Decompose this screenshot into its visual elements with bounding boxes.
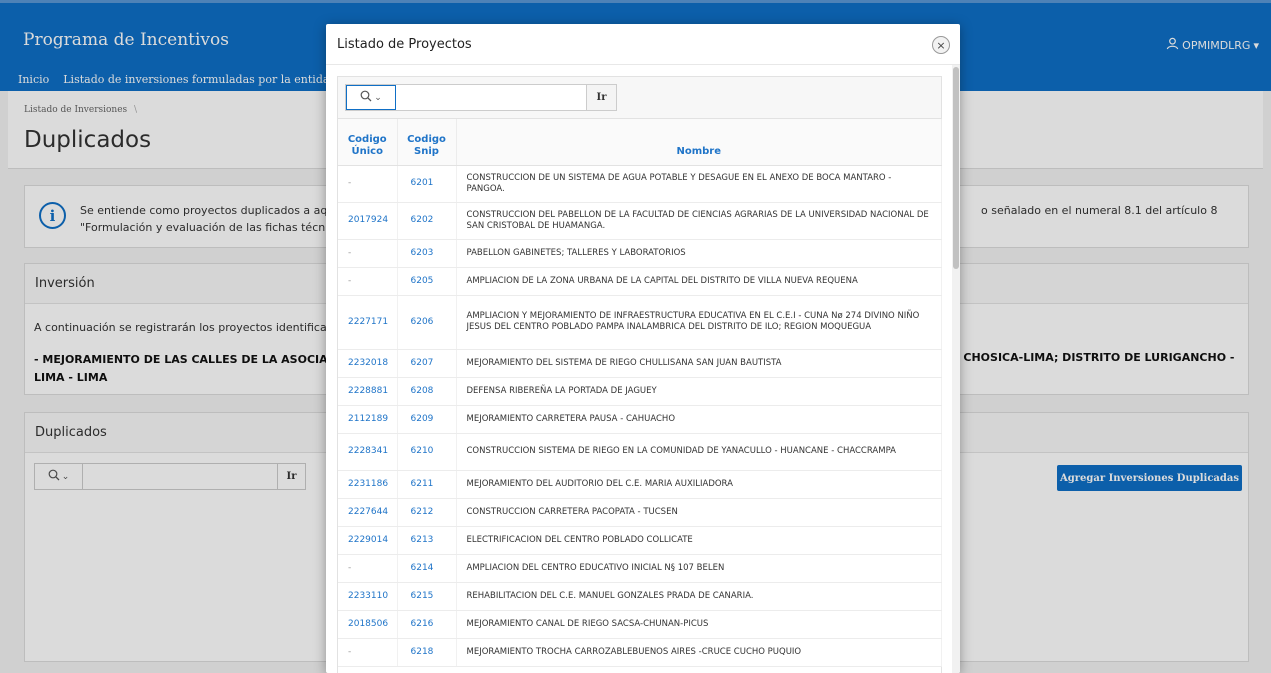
table-row[interactable]: -6205 AMPLIACION DE LA ZONA URBANA DE LA … xyxy=(338,267,942,296)
codigo-unico-cell: - xyxy=(338,267,398,296)
nombre-cell: CONSTRUCCION CARRETERA PACOPATA - TUCSEN xyxy=(456,498,942,527)
nombre-cell: MEJORAMIENTO DEL AUDITORIO DEL C.E. MARI… xyxy=(456,470,942,499)
nombre-cell: MEJORAMIENTO TROCHA CARROZABLEBUENOS AIR… xyxy=(456,638,942,667)
codigo-snip-link[interactable]: 6210 xyxy=(397,433,457,471)
codigo-unico-cell: - xyxy=(338,554,398,583)
table-row[interactable]: 2017924 6202 CONSTRUCCION DEL PABELLON DE … xyxy=(338,202,942,240)
codigo-snip-link[interactable]: 6216 xyxy=(397,610,457,639)
nombre-cell: AMPLIACION DE LA ZONA URBANA DE LA CAPIT… xyxy=(456,267,942,296)
table-row[interactable]: 2233110 6215 REHABILITACION DEL C.E. MANUE… xyxy=(338,582,942,611)
codigo-snip-link[interactable]: 6213 xyxy=(397,526,457,555)
projects-report: ⌄ Ir Codigo Único Codigo Snip Nombre -6201… xyxy=(337,76,942,673)
codigo-unico-cell[interactable]: 2228341 xyxy=(338,433,398,471)
search-icon xyxy=(360,90,372,105)
codigo-unico-cell[interactable]: 2228881 xyxy=(338,377,398,406)
column-codigo-unico[interactable]: Codigo Único xyxy=(338,119,398,166)
nombre-cell: PABELLON GABINETES; TALLERES Y LABORATOR… xyxy=(456,239,942,268)
dialog-title: Listado de Proyectos xyxy=(326,24,960,65)
table-row[interactable]: 2231186 6211 MEJORAMIENTO DEL AUDITORIO DE… xyxy=(338,470,942,499)
table-row[interactable]: -6201 CONSTRUCCION DE UN SISTEMA DE AGUA … xyxy=(338,165,942,203)
table-row[interactable]: -6218 MEJORAMIENTO TROCHA CARROZABLEBUENO… xyxy=(338,638,942,667)
codigo-unico-cell: - xyxy=(338,239,398,268)
codigo-unico-cell: - xyxy=(338,638,398,667)
table-row[interactable]: 2232018 6207 MEJORAMIENTO DEL SISTEMA DE R… xyxy=(338,349,942,378)
nombre-cell: ELECTRIFICACION DEL CENTRO POBLADO COLLI… xyxy=(456,526,942,555)
column-nombre[interactable]: Nombre xyxy=(456,119,942,166)
table-row[interactable]: -6203 PABELLON GABINETES; TALLERES Y LABO… xyxy=(338,239,942,268)
codigo-unico-cell[interactable]: 2233110 xyxy=(338,582,398,611)
codigo-snip-link[interactable]: 6214 xyxy=(397,554,457,583)
nombre-cell: AMPLIACION DEL CENTRO EDUCATIVO INICIAL … xyxy=(456,554,942,583)
codigo-unico-cell[interactable]: 2018506 xyxy=(338,610,398,639)
nombre-cell: MEJORAMIENTO CARRETERA PAUSA - CAHUACHO xyxy=(456,405,942,434)
table-row[interactable]: 2227644 6212 CONSTRUCCION CARRETERA PACOPA… xyxy=(338,498,942,527)
codigo-snip-link[interactable]: 6218 xyxy=(397,638,457,667)
codigo-snip-link[interactable]: 6201 xyxy=(397,165,457,203)
table-row[interactable]: 2018506 6216 MEJORAMIENTO CANAL DE RIEGO S… xyxy=(338,610,942,639)
codigo-unico-cell[interactable]: 2017924 xyxy=(338,202,398,240)
codigo-unico-cell[interactable]: 2112189 xyxy=(338,405,398,434)
table-row[interactable]: 2228881 6208 DEFENSA RIBEREÑA LA PORTADA D… xyxy=(338,377,942,406)
projects-dialog: Listado de Proyectos × ⌄ Ir Codigo Único … xyxy=(326,24,960,673)
codigo-unico-cell[interactable]: 2232018 xyxy=(338,349,398,378)
projects-table: Codigo Único Codigo Snip Nombre -6201 CONST… xyxy=(338,119,942,667)
table-row[interactable]: 2228341 6210 CONSTRUCCION SISTEMA DE RIEGO… xyxy=(338,433,942,471)
chevron-down-icon: ⌄ xyxy=(374,92,382,103)
codigo-unico-cell[interactable]: 2231186 xyxy=(338,470,398,499)
dialog-scrollbar-thumb[interactable] xyxy=(953,67,959,269)
table-row[interactable]: -6214 AMPLIACION DEL CENTRO EDUCATIVO INI… xyxy=(338,554,942,583)
nombre-cell: AMPLIACION Y MEJORAMIENTO DE INFRAESTRUC… xyxy=(456,295,942,350)
table-row[interactable]: 2227171 6206 AMPLIACION Y MEJORAMIENTO DE … xyxy=(338,295,942,350)
codigo-unico-cell: - xyxy=(338,165,398,203)
codigo-unico-cell[interactable]: 2227171 xyxy=(338,295,398,350)
table-row[interactable]: 2229014 6213 ELECTRIFICACION DEL CENTRO PO… xyxy=(338,526,942,555)
codigo-unico-cell[interactable]: 2227644 xyxy=(338,498,398,527)
codigo-snip-link[interactable]: 6203 xyxy=(397,239,457,268)
codigo-snip-link[interactable]: 6209 xyxy=(397,405,457,434)
codigo-snip-link[interactable]: 6205 xyxy=(397,267,457,296)
codigo-unico-cell[interactable]: 2229014 xyxy=(338,526,398,555)
codigo-snip-link[interactable]: 6206 xyxy=(397,295,457,350)
codigo-snip-link[interactable]: 6202 xyxy=(397,202,457,240)
close-icon[interactable]: × xyxy=(932,36,950,54)
nombre-cell: CONSTRUCCION DE UN SISTEMA DE AGUA POTAB… xyxy=(456,165,942,203)
nombre-cell: MEJORAMIENTO CANAL DE RIEGO SACSA-CHUNAN… xyxy=(456,610,942,639)
column-codigo-snip[interactable]: Codigo Snip xyxy=(397,119,457,166)
nombre-cell: REHABILITACION DEL C.E. MANUEL GONZALES … xyxy=(456,582,942,611)
report-toolbar: ⌄ Ir xyxy=(338,77,941,119)
nombre-cell: CONSTRUCCION SISTEMA DE RIEGO EN LA COMU… xyxy=(456,433,942,471)
codigo-snip-link[interactable]: 6215 xyxy=(397,582,457,611)
go-button[interactable]: Ir xyxy=(586,85,616,110)
codigo-snip-link[interactable]: 6211 xyxy=(397,470,457,499)
dialog-search-bar: ⌄ Ir xyxy=(345,84,617,111)
codigo-snip-link[interactable]: 6207 xyxy=(397,349,457,378)
table-row[interactable]: 2112189 6209 MEJORAMIENTO CARRETERA PAUSA … xyxy=(338,405,942,434)
nombre-cell: DEFENSA RIBEREÑA LA PORTADA DE JAGUEY xyxy=(456,377,942,406)
nombre-cell: CONSTRUCCION DEL PABELLON DE LA FACULTAD… xyxy=(456,202,942,240)
search-column-button[interactable]: ⌄ xyxy=(346,85,396,110)
codigo-snip-link[interactable]: 6212 xyxy=(397,498,457,527)
codigo-snip-link[interactable]: 6208 xyxy=(397,377,457,406)
nombre-cell: MEJORAMIENTO DEL SISTEMA DE RIEGO CHULLI… xyxy=(456,349,942,378)
